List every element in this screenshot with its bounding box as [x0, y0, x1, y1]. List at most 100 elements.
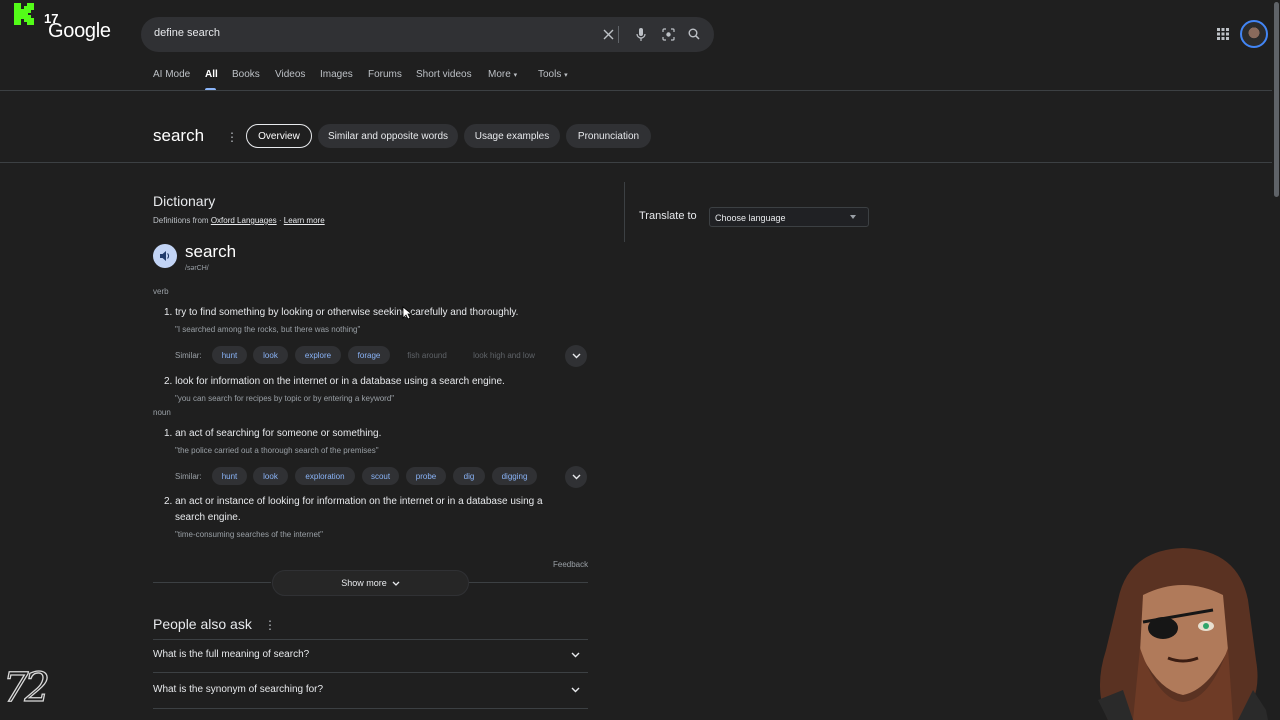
sense-number: 2. — [164, 376, 173, 387]
account-avatar[interactable] — [1240, 20, 1268, 48]
definition-item: 1. try to find something by looking or o… — [164, 307, 518, 318]
caret-down-icon — [850, 215, 856, 219]
tab-more[interactable]: More ▾ — [488, 69, 517, 80]
more-options-icon[interactable]: ⋮ — [226, 130, 238, 144]
headword: search — [185, 242, 237, 261]
chip-pronunciation[interactable]: Pronunciation — [566, 124, 651, 148]
expand-similar-button[interactable] — [565, 345, 587, 367]
feedback-link[interactable]: Feedback — [553, 560, 588, 569]
clear-icon[interactable] — [601, 27, 615, 41]
chevron-down-icon — [392, 581, 400, 586]
apps-grid-icon[interactable] — [1216, 27, 1230, 41]
similar-word-chip[interactable]: explore — [295, 346, 341, 364]
tab-all[interactable]: All — [205, 69, 218, 80]
paa-divider — [153, 639, 588, 640]
scrollbar-thumb[interactable] — [1274, 2, 1279, 197]
paa-divider — [153, 708, 588, 709]
similar-word-chip[interactable]: hunt — [212, 346, 247, 364]
similar-word-chip[interactable]: probe — [406, 467, 446, 485]
caret-down-icon: ▾ — [513, 72, 518, 79]
similar-word-chip[interactable]: scout — [362, 467, 399, 485]
show-more-label: Show more — [341, 578, 387, 588]
people-also-ask-heading: People also ask — [153, 616, 252, 632]
search-input[interactable]: define search — [154, 27, 220, 39]
search-divider — [618, 26, 619, 43]
tab-books[interactable]: Books — [232, 69, 260, 80]
similar-word-chip[interactable]: forage — [348, 346, 390, 364]
paa-question[interactable]: What is the synonym of searching for? — [153, 684, 323, 695]
show-more-divider-left — [153, 582, 271, 583]
caret-down-icon: ▾ — [564, 72, 568, 79]
kick-logo-icon — [14, 3, 34, 25]
search-icon[interactable] — [687, 27, 701, 41]
translate-label: Translate to — [639, 210, 697, 222]
definition-text: look for information on the internet or … — [175, 376, 505, 387]
phonetic: /sərCH/ — [185, 265, 209, 272]
header-divider — [0, 90, 1272, 91]
chevron-down-icon[interactable] — [571, 652, 580, 658]
similar-word-chip[interactable]: fish around — [398, 346, 456, 364]
show-more-button[interactable]: Show more — [272, 570, 469, 596]
tab-forums[interactable]: Forums — [368, 69, 402, 80]
play-pronunciation-button[interactable] — [153, 244, 177, 268]
chip-usage-examples[interactable]: Usage examples — [464, 124, 560, 148]
usage-example: "you can search for recipes by topic or … — [175, 394, 395, 403]
similar-word-chip[interactable]: look — [253, 346, 288, 364]
definition-item: 1. an act of searching for someone or so… — [164, 428, 381, 439]
streamer-avatar-illustration — [1098, 548, 1268, 720]
google-lens-icon[interactable] — [661, 27, 675, 41]
microphone-icon[interactable] — [634, 27, 648, 41]
google-logo[interactable]: Google — [48, 20, 111, 43]
mouse-cursor-icon — [402, 306, 412, 320]
usage-example: "the police carried out a thorough searc… — [175, 446, 379, 455]
definitions-source: Definitions from Oxford Languages · Lear… — [153, 216, 325, 225]
usage-example: "I searched among the rocks, but there w… — [175, 325, 361, 334]
tools-label: Tools — [538, 69, 562, 80]
tab-images[interactable]: Images — [320, 69, 353, 80]
tab-videos[interactable]: Videos — [275, 69, 305, 80]
similar-word-chip[interactable]: hunt — [212, 467, 247, 485]
sense-number: 2. — [164, 496, 173, 507]
language-select[interactable]: Choose language — [709, 207, 869, 227]
entity-divider — [0, 162, 1272, 163]
usage-example: "time-consuming searches of the internet… — [175, 530, 323, 539]
definition-text: try to find something by looking or othe… — [175, 307, 519, 318]
similar-word-chip[interactable]: look — [253, 467, 288, 485]
show-more-divider-right — [469, 582, 588, 583]
similar-word-chip[interactable]: dig — [453, 467, 485, 485]
search-box[interactable]: define search — [141, 17, 714, 52]
tools-button[interactable]: Tools ▾ — [538, 69, 568, 80]
part-of-speech-noun: noun — [153, 408, 171, 417]
search-results-page: 17 Google define search AI Mode All Book… — [0, 0, 1280, 720]
tab-ai-mode[interactable]: AI Mode — [153, 69, 190, 80]
definition-text: an act or instance of looking for inform… — [175, 496, 543, 507]
tab-short-videos[interactable]: Short videos — [416, 69, 472, 80]
chip-similar-opposite-words[interactable]: Similar and opposite words — [318, 124, 458, 148]
dictionary-heading: Dictionary — [153, 193, 216, 209]
speaker-icon — [160, 251, 170, 261]
more-options-icon[interactable]: ⋮ — [264, 618, 276, 632]
chevron-down-icon — [572, 353, 580, 359]
part-of-speech-verb: verb — [153, 287, 169, 296]
similar-word-chip[interactable]: look high and low — [464, 346, 544, 364]
sense-number: 1. — [164, 307, 173, 318]
chevron-down-icon — [572, 474, 580, 480]
definition-item: 2. look for information on the internet … — [164, 376, 505, 387]
definition-item: 2. an act or instance of looking for inf… — [164, 496, 543, 507]
definition-text-continued: search engine. — [175, 512, 241, 523]
sense-number: 1. — [164, 428, 173, 439]
paa-question[interactable]: What is the full meaning of search? — [153, 649, 309, 660]
expand-similar-button[interactable] — [565, 466, 587, 488]
oxford-languages-link[interactable]: Oxford Languages — [211, 216, 277, 225]
chevron-down-icon[interactable] — [571, 687, 580, 693]
entity-title: search — [153, 126, 205, 145]
definitions-from-label: Definitions from — [153, 216, 209, 225]
definition-text: an act of searching for someone or somet… — [175, 428, 382, 439]
tab-more-label: More — [488, 69, 511, 80]
similar-word-chip[interactable]: digging — [492, 467, 537, 485]
translate-divider — [624, 182, 625, 242]
stream-watermark: 72 — [2, 664, 50, 711]
similar-word-chip[interactable]: exploration — [295, 467, 355, 485]
chip-overview[interactable]: Overview — [246, 124, 312, 148]
learn-more-link[interactable]: Learn more — [284, 216, 325, 225]
